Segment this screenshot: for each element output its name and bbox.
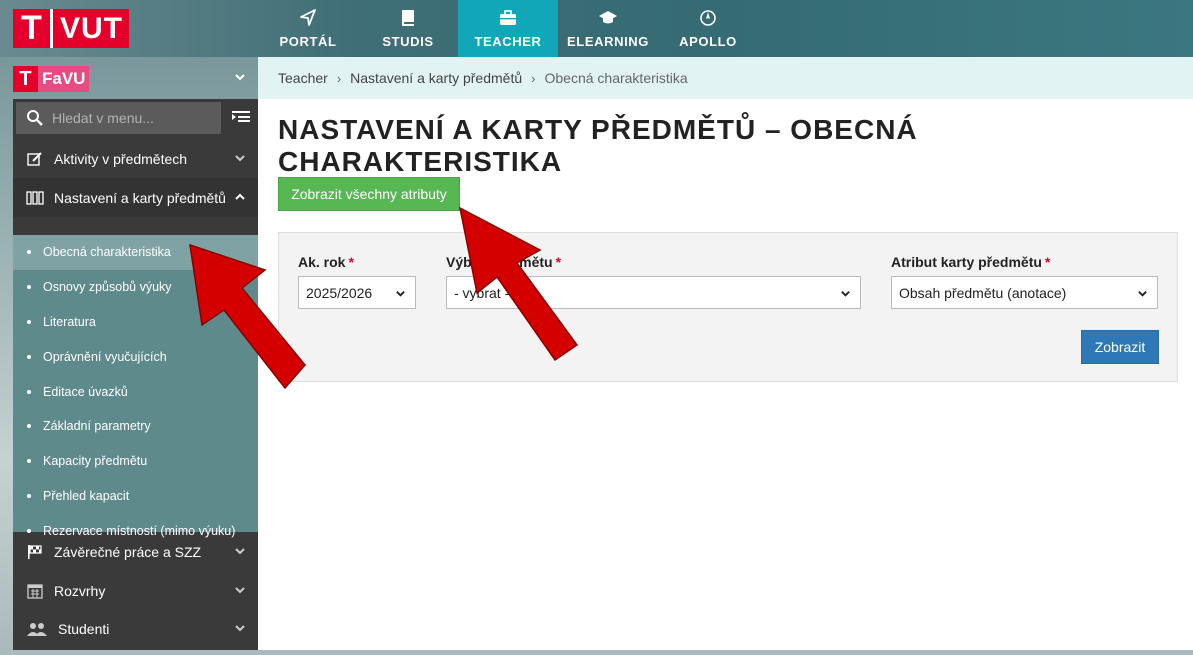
sidebar-group-label: Závěrečné práce a SZZ xyxy=(54,543,202,560)
year-label: Ak. rok * xyxy=(298,254,354,270)
course-select-value: - vybrat - xyxy=(454,284,510,301)
sidebar-item-parameters[interactable]: Základní parametry xyxy=(13,409,258,444)
course-label: Výběr předmětu * xyxy=(446,254,562,270)
briefcase-icon xyxy=(500,10,516,25)
sidebar-item-label: Obecná charakteristika xyxy=(43,245,171,260)
top-navigation: PORTÁL STUDIS TEACHER ELEARNING APOLLO xyxy=(258,0,758,57)
logo-letter: T xyxy=(13,9,53,48)
breadcrumb-link-settings[interactable]: Nastavení a karty předmětů xyxy=(350,70,522,86)
sidebar-item-label: Editace úvazků xyxy=(43,384,128,399)
sidebar-item-label: Kapacity předmětu xyxy=(43,454,148,469)
attribute-label: Atribut karty předmětu * xyxy=(891,254,1051,270)
nav-elearning[interactable]: ELEARNING xyxy=(558,0,658,57)
nav-apollo[interactable]: APOLLO xyxy=(658,0,758,57)
sidebar-item-label: Osnovy způsobů výuky xyxy=(43,280,172,295)
top-bar: T VUT PORTÁL STUDIS TEACHER ELEARNING AP… xyxy=(0,0,1193,57)
sidebar-group-label: Studenti xyxy=(58,620,110,637)
year-select-value: 2025/2026 xyxy=(306,284,373,301)
sidebar-item-capacity-overview[interactable]: Přehled kapacit xyxy=(13,479,258,514)
flag-icon xyxy=(26,543,44,561)
graduation-cap-icon xyxy=(599,11,617,24)
page-title: NASTAVENÍ A KARTY PŘEDMĚTŮ – OBECNÁ CHAR… xyxy=(278,114,918,177)
chevron-down-icon xyxy=(235,587,245,594)
menu-list-icon[interactable] xyxy=(232,109,250,125)
attribute-select-value: Obsah předmětu (anotace) xyxy=(899,284,1067,301)
vut-logo[interactable]: T VUT xyxy=(13,9,129,48)
show-button[interactable]: Zobrazit xyxy=(1081,330,1159,364)
nav-teacher[interactable]: TEACHER xyxy=(458,0,558,57)
course-select[interactable]: - vybrat - xyxy=(446,276,861,309)
bullet xyxy=(27,459,31,464)
breadcrumb-current: Obecná charakteristika xyxy=(544,70,688,86)
bullet xyxy=(27,250,31,255)
sidebar-item-label: Literatura xyxy=(43,314,96,329)
search-icon xyxy=(27,110,43,126)
breadcrumb: Teacher › Nastavení a karty předmětů › O… xyxy=(258,57,1193,99)
sidebar-group-theses[interactable]: Závěrečné práce a SZZ xyxy=(13,532,258,571)
bullet xyxy=(27,424,31,429)
bullet xyxy=(27,493,31,498)
menu-search-input[interactable] xyxy=(52,110,212,126)
menu-search xyxy=(16,102,221,134)
sidebar-group-settings[interactable]: Nastavení a karty předmětů xyxy=(13,178,258,217)
bullet xyxy=(27,389,31,394)
breadcrumb-separator: › xyxy=(531,70,536,86)
faculty-letter: T xyxy=(13,66,38,92)
calendar-icon xyxy=(26,582,44,600)
nav-label: STUDIS xyxy=(382,34,434,49)
logo-text: VUT xyxy=(60,11,123,45)
breadcrumb-link-teacher[interactable]: Teacher xyxy=(278,70,328,86)
breadcrumb-separator: › xyxy=(336,70,342,86)
sidebar-item-permissions[interactable]: Oprávnění vyučujících xyxy=(13,339,258,374)
main-content: NASTAVENÍ A KARTY PŘEDMĚTŮ – OBECNÁ CHAR… xyxy=(258,99,1193,650)
sidebar-item-label: Přehled kapacit xyxy=(43,488,130,503)
chevron-down-icon xyxy=(235,625,245,632)
nav-label: PORTÁL xyxy=(279,34,337,49)
navigation-arrow-icon xyxy=(300,9,316,26)
sidebar-item-label: Oprávnění vyučujících xyxy=(43,349,167,364)
sidebar-item-syllabus[interactable]: Osnovy způsobů výuky xyxy=(13,270,258,305)
year-select[interactable]: 2025/2026 xyxy=(298,276,416,309)
sidebar-group-label: Nastavení a karty předmětů xyxy=(54,189,226,206)
sidebar-group-label: Aktivity v předmětech xyxy=(54,150,188,167)
chevron-down-icon xyxy=(235,74,245,81)
sidebar-group-activities[interactable]: Aktivity v předmětech xyxy=(13,139,258,178)
nav-label: APOLLO xyxy=(679,34,737,49)
users-icon xyxy=(26,620,48,638)
faculty-badge: T FaVU xyxy=(13,66,90,92)
bullet xyxy=(27,354,31,359)
chevron-down-icon xyxy=(396,291,405,297)
nav-portal[interactable]: PORTÁL xyxy=(258,0,358,57)
filter-panel: Ak. rok * 2025/2026 Výběr předmětu * - vyb… xyxy=(278,232,1178,382)
faculty-name: FaVU xyxy=(38,66,90,92)
faculty-selector[interactable]: T FaVU xyxy=(13,65,258,93)
nav-label: ELEARNING xyxy=(567,34,649,49)
bullet xyxy=(27,319,31,324)
binders-icon xyxy=(26,189,44,207)
rocket-icon xyxy=(700,10,716,26)
sidebar-group-schedules[interactable]: Rozvrhy xyxy=(13,571,258,610)
sidebar-group-label: Rozvrhy xyxy=(54,582,106,599)
chevron-down-icon xyxy=(841,291,850,297)
sidebar-item-label: Základní parametry xyxy=(43,419,151,434)
bullet xyxy=(27,285,31,290)
sidebar-group-students[interactable]: Studenti xyxy=(13,609,258,648)
show-all-attributes-button[interactable]: Zobrazit všechny atributy xyxy=(278,177,460,211)
chevron-down-icon xyxy=(1138,291,1147,297)
sidebar-item-workload[interactable]: Editace úvazků xyxy=(13,374,258,409)
chevron-down-icon xyxy=(235,548,245,555)
edit-icon xyxy=(26,150,44,168)
sidebar: Aktivity v předmětech Nastavení a karty … xyxy=(13,99,258,650)
nav-studis[interactable]: STUDIS xyxy=(358,0,458,57)
chevron-up-icon xyxy=(235,193,245,200)
settings-submenu: Obecná charakteristika Osnovy způsobů vý… xyxy=(13,235,258,538)
sidebar-item-general[interactable]: Obecná charakteristika xyxy=(13,235,258,270)
sidebar-item-literature[interactable]: Literatura xyxy=(13,305,258,340)
book-icon xyxy=(402,10,414,26)
chevron-down-icon xyxy=(235,155,245,162)
nav-label: TEACHER xyxy=(474,34,542,49)
sidebar-item-capacities[interactable]: Kapacity předmětu xyxy=(13,444,258,479)
attribute-select[interactable]: Obsah předmětu (anotace) xyxy=(891,276,1158,309)
